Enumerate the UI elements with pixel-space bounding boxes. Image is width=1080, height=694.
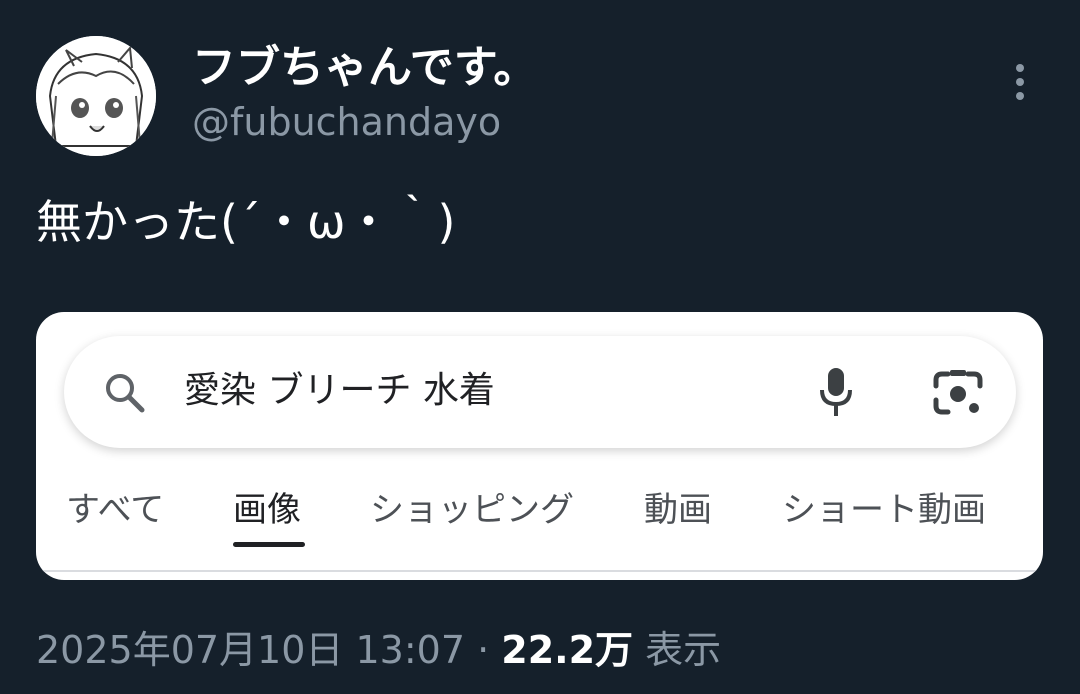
tab-shopping: ショッピング bbox=[370, 490, 574, 530]
more-dot-icon bbox=[1016, 64, 1024, 72]
separator: · bbox=[477, 628, 490, 672]
tweet-meta: 2025年07月10日 13:07 · 22.2万 表示 bbox=[36, 622, 721, 678]
more-options-button[interactable] bbox=[1000, 60, 1040, 104]
search-bar: 愛染 ブリーチ 水着 bbox=[64, 336, 1016, 448]
search-icon bbox=[106, 374, 145, 413]
microphone-icon bbox=[820, 368, 852, 416]
tab-videos: 動画 bbox=[644, 490, 712, 530]
views-count[interactable]: 22.2万 bbox=[501, 628, 633, 672]
avatar[interactable] bbox=[36, 36, 156, 156]
more-dot-icon bbox=[1016, 92, 1024, 100]
user-handle[interactable]: @fubuchandayo bbox=[192, 98, 501, 146]
tab-images: 画像 bbox=[233, 490, 301, 530]
avatar-illustration bbox=[36, 36, 156, 156]
active-tab-indicator bbox=[233, 542, 305, 547]
attached-image[interactable]: 愛染 ブリーチ 水着 すべて 画像 ショッピング 動画 ショート動画 bbox=[36, 312, 1043, 580]
tab-short-videos: ショート動画 bbox=[782, 490, 986, 530]
views-label: 表示 bbox=[645, 628, 722, 672]
camera-lens-icon bbox=[933, 370, 983, 415]
search-tabs: すべて 画像 ショッピング 動画 ショート動画 bbox=[36, 482, 1043, 542]
timestamp[interactable]: 2025年07月10日 13:07 bbox=[36, 628, 465, 672]
tab-all: すべて bbox=[66, 490, 165, 530]
divider bbox=[36, 570, 1043, 572]
more-dot-icon bbox=[1016, 78, 1024, 86]
display-name[interactable]: フブちゃんです。 bbox=[192, 40, 537, 96]
tweet-text: 無かった(´・ω・｀) bbox=[36, 195, 456, 249]
search-query: 愛染 ブリーチ 水着 bbox=[184, 370, 495, 411]
